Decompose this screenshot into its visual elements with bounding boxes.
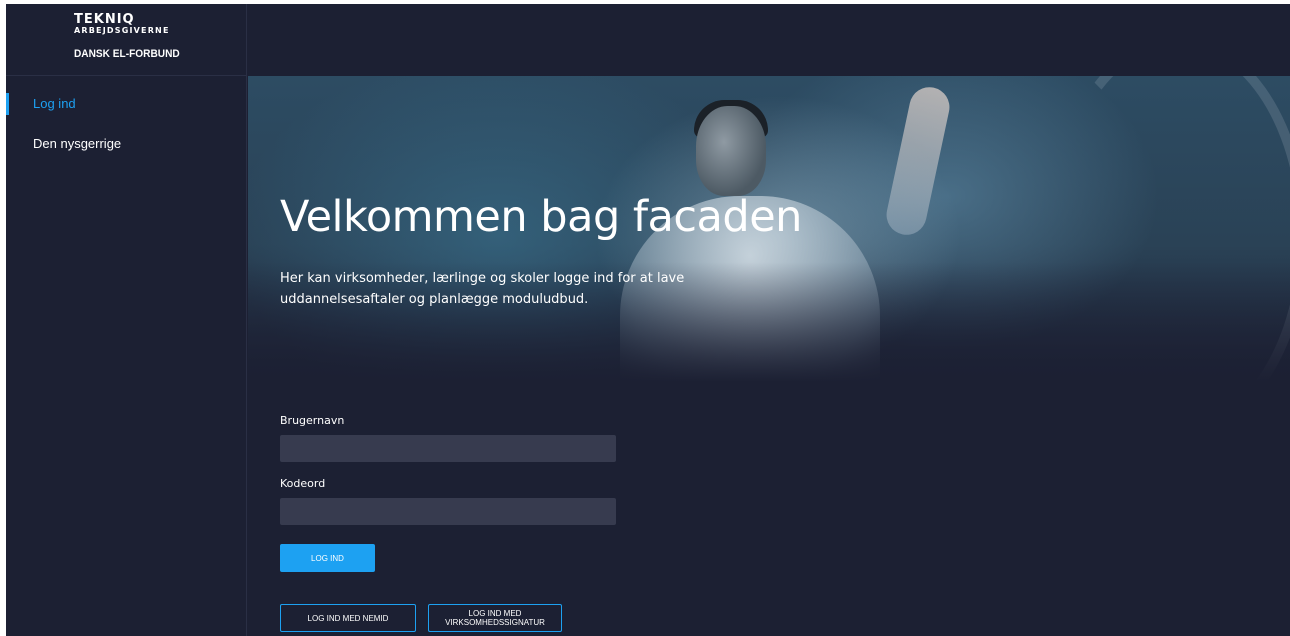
signature-button-line1: LOG IND MED: [468, 609, 522, 618]
username-input[interactable]: [280, 435, 616, 462]
hero-description: Her kan virksomheder, lærlinge og skoler…: [280, 271, 685, 307]
app-window: TEKNIQ ARBEJDSGIVERNE DANSK EL-FORBUND L…: [6, 4, 1290, 636]
brand-logo: TEKNIQ ARBEJDSGIVERNE DANSK EL-FORBUND: [6, 4, 247, 76]
tekniq-logo-text: TEKNIQ: [74, 12, 135, 27]
password-label: Kodeord: [280, 477, 326, 490]
top-bar: [248, 4, 1290, 76]
login-button[interactable]: LOG IND: [280, 544, 375, 572]
sidebar-item-log-ind[interactable]: Log ind: [6, 92, 247, 116]
tekniq-logo-subtext: ARBEJDSGIVERNE: [74, 26, 170, 35]
signature-button-line2: VIRKSOMHEDSSIGNATUR: [445, 618, 545, 627]
sidebar: TEKNIQ ARBEJDSGIVERNE DANSK EL-FORBUND L…: [6, 4, 247, 636]
login-virksomhedssignatur-button[interactable]: LOG IND MED VIRKSOMHEDSSIGNATUR: [428, 604, 562, 632]
sidebar-item-den-nysgerrige[interactable]: Den nysgerrige: [6, 132, 247, 156]
username-label: Brugernavn: [280, 414, 345, 427]
def-logo-text: DANSK EL-FORBUND: [74, 48, 180, 60]
password-input[interactable]: [280, 498, 616, 525]
hero-image-person-head: [696, 106, 766, 196]
hero-image-person-arm: [882, 83, 954, 239]
hero-image-arc: [1048, 76, 1290, 382]
page-title: Velkommen bag facaden: [280, 192, 802, 242]
login-nemid-button[interactable]: LOG IND MED NEMID: [280, 604, 416, 632]
